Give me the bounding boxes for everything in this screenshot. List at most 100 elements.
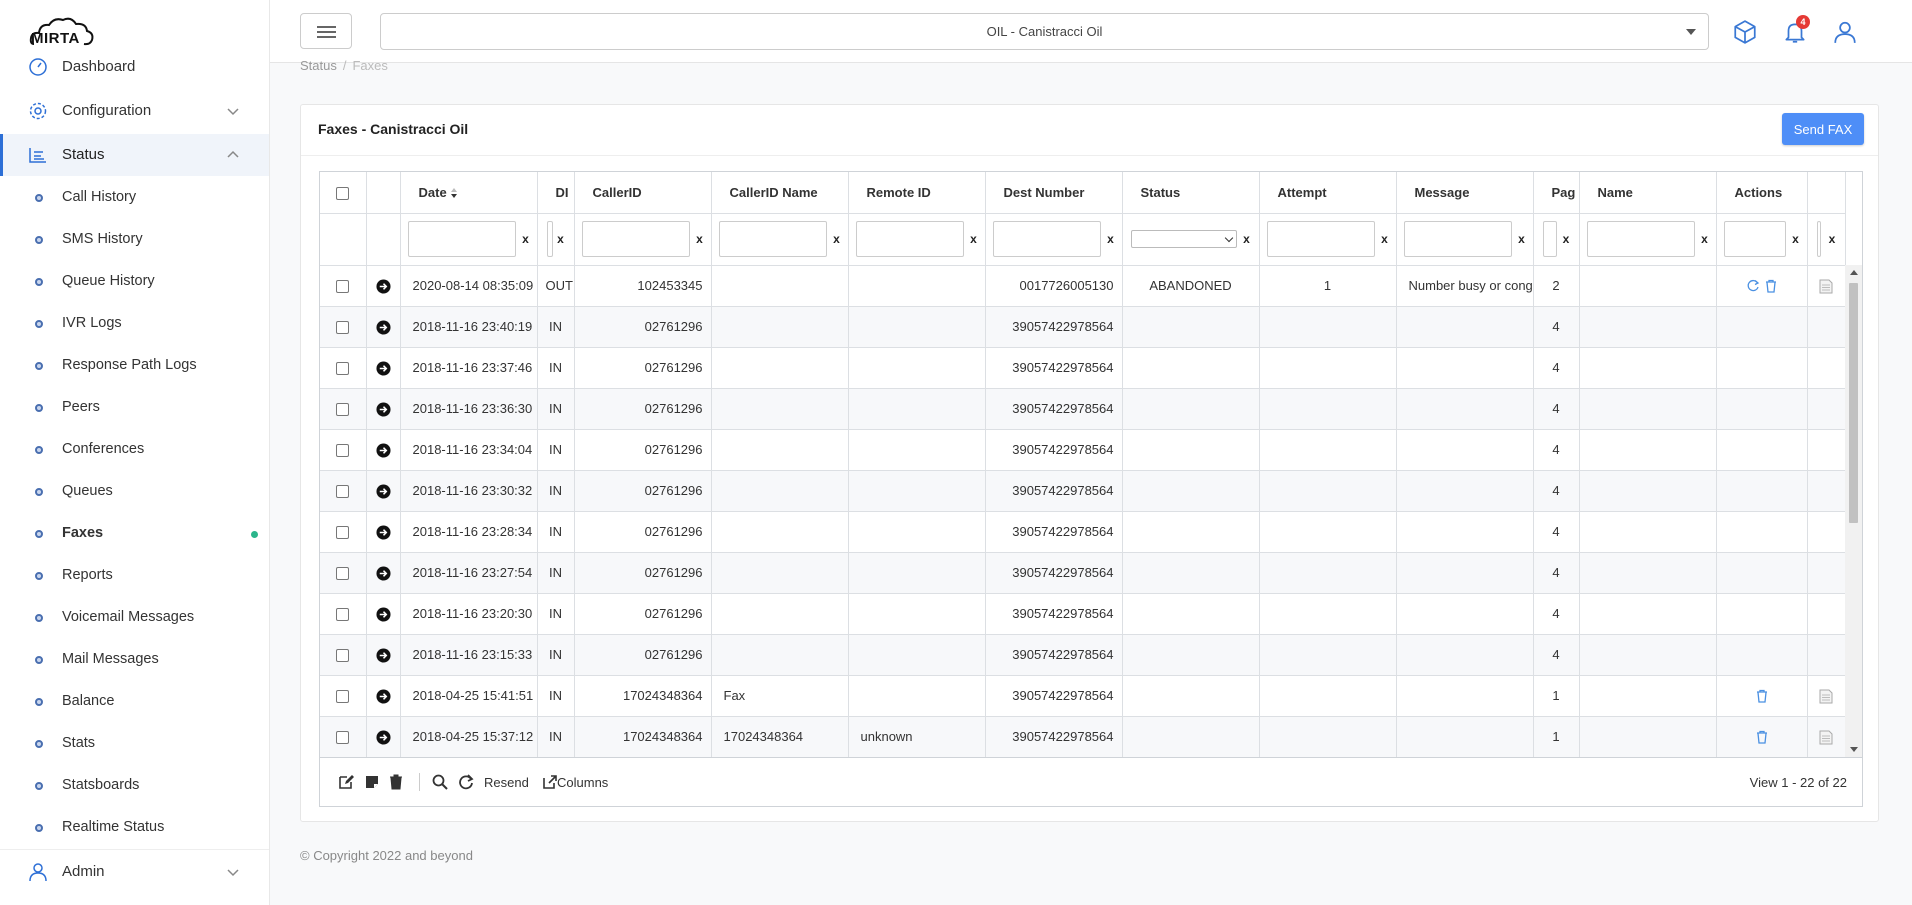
filter-clear-button[interactable]: x	[1518, 232, 1525, 246]
table-row[interactable]: 2018-11-16 23:20:30 IN 02761296 39057422978…	[320, 593, 1846, 635]
sidebar-item-voicemail-messages[interactable]: Voicemail Messages	[0, 598, 269, 638]
filter-input-actions[interactable]	[1724, 221, 1787, 257]
sidebar-item-mail-messages[interactable]: Mail Messages	[0, 640, 269, 680]
scrollbar-thumb[interactable]	[1849, 283, 1858, 523]
sidebar-item-configuration[interactable]: Configuration	[0, 91, 269, 131]
resend-button[interactable]: Resend	[484, 775, 529, 790]
sidebar-item-response-path-logs[interactable]: Response Path Logs	[0, 346, 269, 386]
user-icon[interactable]	[1832, 19, 1858, 45]
row-checkbox[interactable]	[336, 526, 350, 540]
filter-input-direction[interactable]	[547, 221, 554, 257]
table-row[interactable]: 2018-04-25 15:41:51 IN 17024348364 Fax 39057…	[320, 675, 1846, 717]
table-row[interactable]: 2018-11-16 23:30:32 IN 02761296 39057422978…	[320, 470, 1846, 512]
column-header-direction[interactable]: DI	[537, 172, 575, 214]
table-row[interactable]: 2018-11-16 23:34:04 IN 02761296 39057422978…	[320, 429, 1846, 471]
filter-clear-button[interactable]: x	[1701, 232, 1708, 246]
search-icon[interactable]	[432, 774, 448, 790]
table-row[interactable]: 2018-04-25 15:37:12 IN 17024348364 17024348…	[320, 716, 1846, 758]
document-icon[interactable]	[1819, 730, 1833, 745]
column-header-message[interactable]: Message	[1396, 172, 1534, 214]
filter-clear-button[interactable]: x	[696, 232, 703, 246]
filter-clear-button[interactable]: x	[970, 232, 977, 246]
table-row[interactable]: 2018-11-16 23:40:19 IN 02761296 39057422978…	[320, 306, 1846, 348]
filter-clear-button[interactable]: x	[522, 232, 529, 246]
row-checkbox[interactable]	[336, 567, 350, 581]
trash-icon[interactable]	[388, 774, 404, 790]
note-icon[interactable]	[364, 774, 380, 790]
column-header-name[interactable]: Name	[1579, 172, 1717, 214]
sidebar-item-statsboards[interactable]: Statsboards	[0, 766, 269, 806]
filter-clear-button[interactable]: x	[1563, 232, 1570, 246]
row-checkbox[interactable]	[336, 321, 350, 335]
filter-input-pages[interactable]	[1542, 221, 1557, 257]
row-checkbox[interactable]	[336, 280, 350, 294]
filter-input-doc[interactable]	[1816, 221, 1821, 257]
filter-input-message[interactable]	[1404, 221, 1513, 257]
sidebar-item-dashboard[interactable]: Dashboard	[0, 47, 269, 87]
filter-clear-button[interactable]: x	[1829, 232, 1836, 246]
column-header-callerid-name[interactable]: CallerID Name	[711, 172, 849, 214]
sidebar-item-call-history[interactable]: Call History	[0, 178, 269, 218]
row-checkbox[interactable]	[336, 649, 350, 663]
table-row[interactable]: 2018-11-16 23:15:33 IN 02761296 39057422978…	[320, 634, 1846, 676]
row-checkbox[interactable]	[336, 690, 350, 704]
arrow-right-circle-icon[interactable]	[375, 361, 391, 376]
sidebar-item-queue-history[interactable]: Queue History	[0, 262, 269, 302]
sidebar-item-balance[interactable]: Balance	[0, 682, 269, 722]
filter-input-callerid[interactable]	[582, 221, 691, 257]
sidebar-item-status[interactable]: Status	[0, 134, 269, 176]
filter-input-remote-id[interactable]	[856, 221, 965, 257]
sidebar-item-realtime-status[interactable]: Realtime Status	[0, 808, 269, 848]
sidebar-item-ivr-logs[interactable]: IVR Logs	[0, 304, 269, 344]
column-header-callerid[interactable]: CallerID	[574, 172, 712, 214]
sidebar-item-stats[interactable]: Stats	[0, 724, 269, 764]
filter-clear-button[interactable]: x	[1243, 232, 1250, 246]
column-header-remote-id[interactable]: Remote ID	[848, 172, 986, 214]
filter-input-callerid-name[interactable]	[719, 221, 828, 257]
grid-scrollbar[interactable]	[1845, 265, 1862, 757]
select-all-checkbox[interactable]	[336, 186, 350, 200]
table-row[interactable]: 2018-11-16 23:37:46 IN 02761296 39057422978…	[320, 347, 1846, 389]
sidebar-item-conferences[interactable]: Conferences	[0, 430, 269, 470]
arrow-right-circle-icon[interactable]	[375, 689, 391, 704]
arrow-right-circle-icon[interactable]	[375, 730, 391, 745]
arrow-right-circle-icon[interactable]	[375, 279, 391, 294]
arrow-right-circle-icon[interactable]	[375, 402, 391, 417]
breadcrumb-parent[interactable]: Status	[300, 58, 337, 73]
delete-icon[interactable]	[1755, 689, 1769, 703]
column-header-pages[interactable]: Pag	[1533, 172, 1580, 214]
sidebar-item-peers[interactable]: Peers	[0, 388, 269, 428]
scroll-up-icon[interactable]	[1850, 270, 1858, 275]
menu-toggle-button[interactable]	[300, 13, 352, 49]
table-row[interactable]: 2018-11-16 23:27:54 IN 02761296 39057422978…	[320, 552, 1846, 594]
filter-clear-button[interactable]: x	[1792, 232, 1799, 246]
external-link-icon[interactable]	[542, 774, 558, 790]
filter-input-attempt[interactable]	[1267, 221, 1376, 257]
column-header-attempt[interactable]: Attempt	[1259, 172, 1397, 214]
resend-icon[interactable]	[1746, 279, 1760, 293]
scroll-down-icon[interactable]	[1850, 747, 1858, 752]
row-checkbox[interactable]	[336, 444, 350, 458]
sidebar-item-queues[interactable]: Queues	[0, 472, 269, 512]
document-icon[interactable]	[1819, 279, 1833, 294]
column-header-status[interactable]: Status	[1122, 172, 1260, 214]
arrow-right-circle-icon[interactable]	[375, 648, 391, 663]
row-checkbox[interactable]	[336, 485, 350, 499]
tenant-selector[interactable]: OIL - Canistracci Oil	[380, 13, 1709, 50]
arrow-right-circle-icon[interactable]	[375, 320, 391, 335]
cube-icon[interactable]	[1732, 19, 1758, 45]
sidebar-item-sms-history[interactable]: SMS History	[0, 220, 269, 260]
sidebar-item-admin[interactable]: Admin	[0, 849, 269, 893]
sidebar-item-reports[interactable]: Reports	[0, 556, 269, 596]
edit-icon[interactable]	[338, 774, 354, 790]
row-checkbox[interactable]	[336, 731, 350, 745]
filter-input-date[interactable]	[408, 221, 517, 257]
table-row[interactable]: 2018-11-16 23:36:30 IN 02761296 39057422978…	[320, 388, 1846, 430]
filter-clear-button[interactable]: x	[1107, 232, 1114, 246]
delete-icon[interactable]	[1755, 730, 1769, 744]
send-fax-button[interactable]: Send FAX	[1782, 113, 1864, 145]
table-row[interactable]: 2020-08-14 08:35:09 OUT 102453345 001772600…	[320, 265, 1846, 307]
refresh-icon[interactable]	[458, 774, 474, 790]
mirta-logo[interactable]: MIRTA	[28, 14, 96, 48]
row-checkbox[interactable]	[336, 608, 350, 622]
